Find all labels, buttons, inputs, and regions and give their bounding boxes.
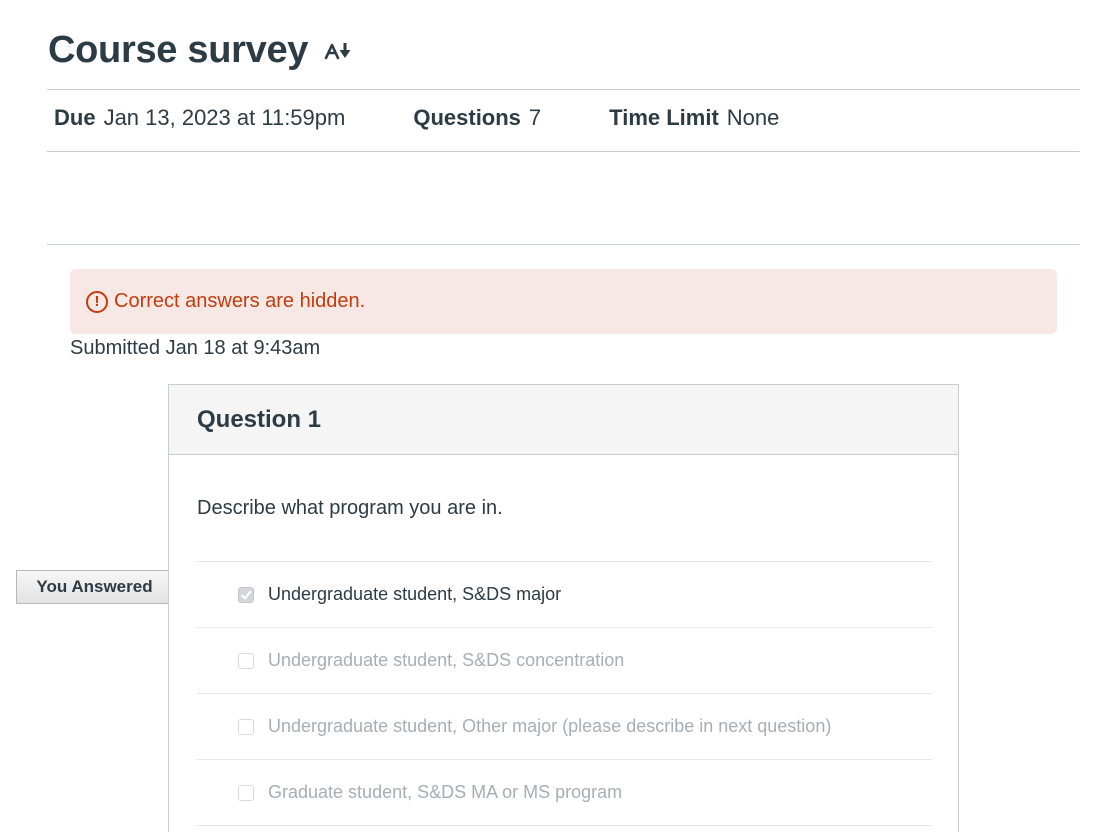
answer-option: Graduate student, S&DS MA or MS program — [197, 759, 932, 825]
divider — [47, 244, 1080, 245]
due-label: Due — [54, 105, 96, 130]
text-direction-icon[interactable] — [324, 40, 356, 64]
question-header: Question 1 — [169, 385, 958, 455]
alert-text: Correct answers are hidden. — [114, 290, 366, 312]
answer-label: Undergraduate student, Other major (plea… — [268, 716, 832, 736]
divider — [47, 89, 1080, 90]
answer-option: Undergraduate student, Other major (plea… — [197, 693, 932, 759]
answer-label: Graduate student, S&DS MA or MS program — [268, 782, 623, 802]
quiz-page: Course survey Due Jan 13, 2023 at 11:59p… — [0, 0, 1107, 832]
answer-option: Undergraduate student, S&DS concentratio… — [197, 627, 932, 693]
exclamation-circle-icon: ! — [86, 290, 108, 313]
due-date: Due Jan 13, 2023 at 11:59pm — [54, 105, 345, 131]
checkbox[interactable] — [238, 784, 254, 801]
checkmark-icon — [241, 590, 252, 599]
time-limit-value: None — [726, 105, 780, 130]
divider — [47, 151, 1080, 152]
question-card: Question 1 Describe what program you are… — [168, 384, 959, 832]
answers-hidden-alert: ! Correct answers are hidden. — [70, 269, 1057, 334]
checkbox[interactable] — [238, 718, 254, 735]
answer-option: Undergraduate student, S&DS major — [197, 561, 932, 627]
checkbox-checked[interactable] — [238, 586, 254, 603]
submitted-timestamp: Submitted Jan 18 at 9:43am — [70, 337, 321, 359]
question-count: Questions 7 — [413, 105, 541, 131]
question-text: Describe what program you are in. — [197, 497, 503, 519]
questions-value: 7 — [528, 105, 542, 130]
question-title: Question 1 — [197, 405, 322, 433]
answer-divider — [197, 825, 932, 827]
page-title: Course survey — [48, 29, 309, 71]
time-limit-label: Time Limit — [609, 105, 719, 130]
questions-label: Questions — [413, 105, 521, 130]
answer-label: Undergraduate student, S&DS concentratio… — [268, 650, 625, 670]
answer-label: Undergraduate student, S&DS major — [268, 584, 562, 604]
time-limit: Time Limit None — [609, 105, 779, 131]
quiz-details: Due Jan 13, 2023 at 11:59pm Questions 7 … — [54, 100, 779, 136]
title-row: Course survey — [48, 26, 356, 74]
answer-list: Undergraduate student, S&DS major Underg… — [197, 561, 932, 827]
checkbox[interactable] — [238, 652, 254, 669]
you-answered-tag: You Answered — [16, 570, 172, 604]
due-value: Jan 13, 2023 at 11:59pm — [103, 105, 346, 130]
